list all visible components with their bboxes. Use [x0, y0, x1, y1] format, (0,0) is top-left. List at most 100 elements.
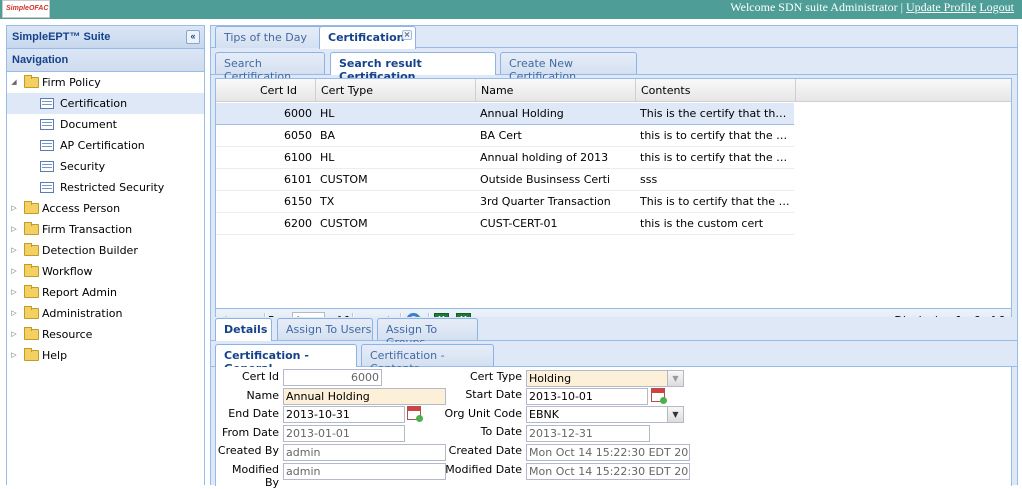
tab-label: Certification: [328, 31, 405, 44]
created-date-field[interactable]: Mon Oct 14 15:22:30 EDT 2013: [526, 444, 690, 461]
expanded-arrow-icon[interactable]: ◢: [9, 72, 19, 93]
cell-contents: this is to certify that the holdings are: [640, 151, 790, 164]
tab-search-certification[interactable]: Search Certification: [215, 52, 325, 83]
tree-item-certification[interactable]: Certification: [7, 93, 204, 114]
tree-folder-report-admin[interactable]: ▷ Report Admin: [7, 282, 204, 303]
suite-title-bar: SimpleEPT™ Suite «: [7, 26, 204, 49]
tree-item-label: Security: [60, 160, 106, 173]
cell-cert-type: HL: [320, 151, 335, 164]
tree-item-label: Firm Policy: [42, 76, 101, 89]
tree-item-label: Detection Builder: [42, 244, 138, 257]
left-panel: SimpleEPT™ Suite « Navigation ◢ Firm Poli…: [6, 25, 205, 485]
close-tab-icon[interactable]: ×: [402, 30, 412, 40]
to-date-field[interactable]: 2013-12-31: [526, 425, 650, 442]
tab-certification[interactable]: Certification ×: [319, 26, 416, 49]
document-list-icon: [40, 119, 54, 130]
tab-search-result-certification[interactable]: Search result Certification: [330, 52, 496, 83]
modified-date-field[interactable]: Mon Oct 14 15:22:30 EDT 2013: [526, 463, 690, 480]
tab-certification-general[interactable]: Certification - General: [215, 344, 357, 375]
table-row[interactable]: 6101 CUSTOM Outside Businsess Certi sss: [216, 169, 794, 191]
document-list-icon: [40, 182, 54, 193]
table-row[interactable]: 6150 TX 3rd Quarter Transaction This is to …: [216, 191, 794, 213]
tree-item-label: Restricted Security: [60, 181, 165, 194]
tree-item-label: Certification: [60, 97, 128, 110]
tree-folder-firm-policy[interactable]: ◢ Firm Policy: [7, 72, 204, 93]
created-by-label: Created By: [217, 444, 279, 457]
start-date-calendar-icon[interactable]: [651, 388, 667, 404]
collapsed-arrow-icon[interactable]: ▷: [9, 219, 19, 240]
cell-name: 3rd Quarter Transaction: [480, 195, 611, 208]
cell-contents: this is the custom cert: [640, 217, 764, 230]
from-date-field[interactable]: 2013-01-01: [283, 425, 405, 442]
collapsed-arrow-icon[interactable]: ▷: [9, 240, 19, 261]
table-row[interactable]: 6050 BA BA Cert this is to certify that the…: [216, 125, 794, 147]
tab-create-new-certification[interactable]: Create New Certification: [500, 52, 637, 83]
certification-general-form: Cert Id 6000 Name Annual Holding End Dat…: [215, 367, 1012, 489]
column-header-cert-id[interactable]: Cert Id: [216, 79, 316, 102]
document-list-icon: [40, 161, 54, 172]
update-profile-link[interactable]: Update Profile: [906, 0, 976, 14]
org-unit-dropdown-icon[interactable]: ▼: [667, 406, 684, 423]
collapsed-arrow-icon[interactable]: ▷: [9, 198, 19, 219]
tree-item-label: Report Admin: [42, 286, 118, 299]
end-date-field[interactable]: 2013-10-31: [283, 406, 405, 423]
cert-type-dropdown-icon[interactable]: ▼: [667, 370, 684, 387]
cell-cert-id: 6000: [284, 107, 312, 120]
cell-cert-type: CUSTOM: [320, 173, 368, 186]
end-date-calendar-icon[interactable]: [407, 406, 423, 422]
cell-contents: sss: [640, 173, 658, 186]
column-header-contents[interactable]: Contents: [636, 79, 796, 102]
tree-folder-help[interactable]: ▷ Help: [7, 345, 204, 366]
org-unit-code-select[interactable]: EBNK: [526, 406, 669, 423]
tab-assign-to-groups[interactable]: Assign To Groups: [377, 318, 478, 349]
collapsed-arrow-icon[interactable]: ▷: [9, 261, 19, 282]
start-date-field[interactable]: 2013-10-01: [526, 388, 648, 405]
table-row[interactable]: 6100 HL Annual holding of 2013 this is to c…: [216, 147, 794, 169]
cert-type-select[interactable]: Holding: [526, 370, 669, 387]
tree-item-ap-certification[interactable]: AP Certification: [7, 135, 204, 156]
tree-item-security[interactable]: Security: [7, 156, 204, 177]
collapsed-arrow-icon[interactable]: ▷: [9, 324, 19, 345]
table-row[interactable]: 6200 CUSTOM CUST-CERT-01 this is the custom…: [216, 213, 794, 235]
tree-item-restricted-security[interactable]: Restricted Security: [7, 177, 204, 198]
tree-folder-firm-transaction[interactable]: ▷ Firm Transaction: [7, 219, 204, 240]
tree-item-document[interactable]: Document: [7, 114, 204, 135]
created-by-field[interactable]: admin: [283, 444, 446, 461]
collapsed-arrow-icon[interactable]: ▷: [9, 303, 19, 324]
cell-name: Outside Businsess Certi: [480, 173, 611, 186]
tree-folder-access-person[interactable]: ▷ Access Person: [7, 198, 204, 219]
tree-folder-administration[interactable]: ▷ Administration: [7, 303, 204, 324]
app-logo: SimpleOFAC: [2, 0, 50, 18]
collapsed-arrow-icon[interactable]: ▷: [9, 282, 19, 303]
collapse-panel-icon[interactable]: «: [186, 30, 200, 44]
folder-icon: [24, 306, 39, 319]
cell-name: Annual holding of 2013: [480, 151, 609, 164]
table-row[interactable]: 6000 HL Annual Holding This is the certify …: [216, 103, 794, 125]
collapsed-arrow-icon[interactable]: ▷: [9, 345, 19, 366]
top-bar: SimpleOFAC Welcome SDN suite Administrat…: [0, 0, 1022, 19]
tree-item-label: Workflow: [42, 265, 93, 278]
main-content-panel: Tips of the Day Certification × Search C…: [210, 25, 1018, 489]
folder-icon: [24, 264, 39, 277]
tab-assign-to-users[interactable]: Assign To Users: [277, 318, 373, 340]
cell-cert-id: 6100: [284, 151, 312, 164]
modified-by-field[interactable]: admin: [283, 463, 446, 480]
tree-folder-detection-builder[interactable]: ▷ Detection Builder: [7, 240, 204, 261]
cert-id-field[interactable]: 6000: [283, 369, 382, 386]
tab-tips-of-the-day[interactable]: Tips of the Day: [215, 26, 323, 48]
tree-folder-resource[interactable]: ▷ Resource: [7, 324, 204, 345]
cell-cert-id: 6101: [284, 173, 312, 186]
created-date-label: Created Date: [448, 444, 522, 457]
main-tab-bar: Tips of the Day Certification ×: [211, 26, 1017, 49]
tab-certification-contents[interactable]: Certification - Contents: [361, 344, 494, 375]
column-header-cert-type[interactable]: Cert Type: [316, 79, 476, 102]
tree-folder-workflow[interactable]: ▷ Workflow: [7, 261, 204, 282]
suite-title: SimpleEPT™ Suite: [12, 31, 111, 43]
modified-by-label: Modified By: [232, 463, 279, 489]
name-field[interactable]: Annual Holding: [283, 388, 446, 405]
tab-details[interactable]: Details: [215, 318, 272, 341]
column-header-name[interactable]: Name: [476, 79, 636, 102]
logout-link[interactable]: Logout: [979, 0, 1014, 14]
cell-name: BA Cert: [480, 129, 522, 142]
tree-item-label: Administration: [42, 307, 123, 320]
